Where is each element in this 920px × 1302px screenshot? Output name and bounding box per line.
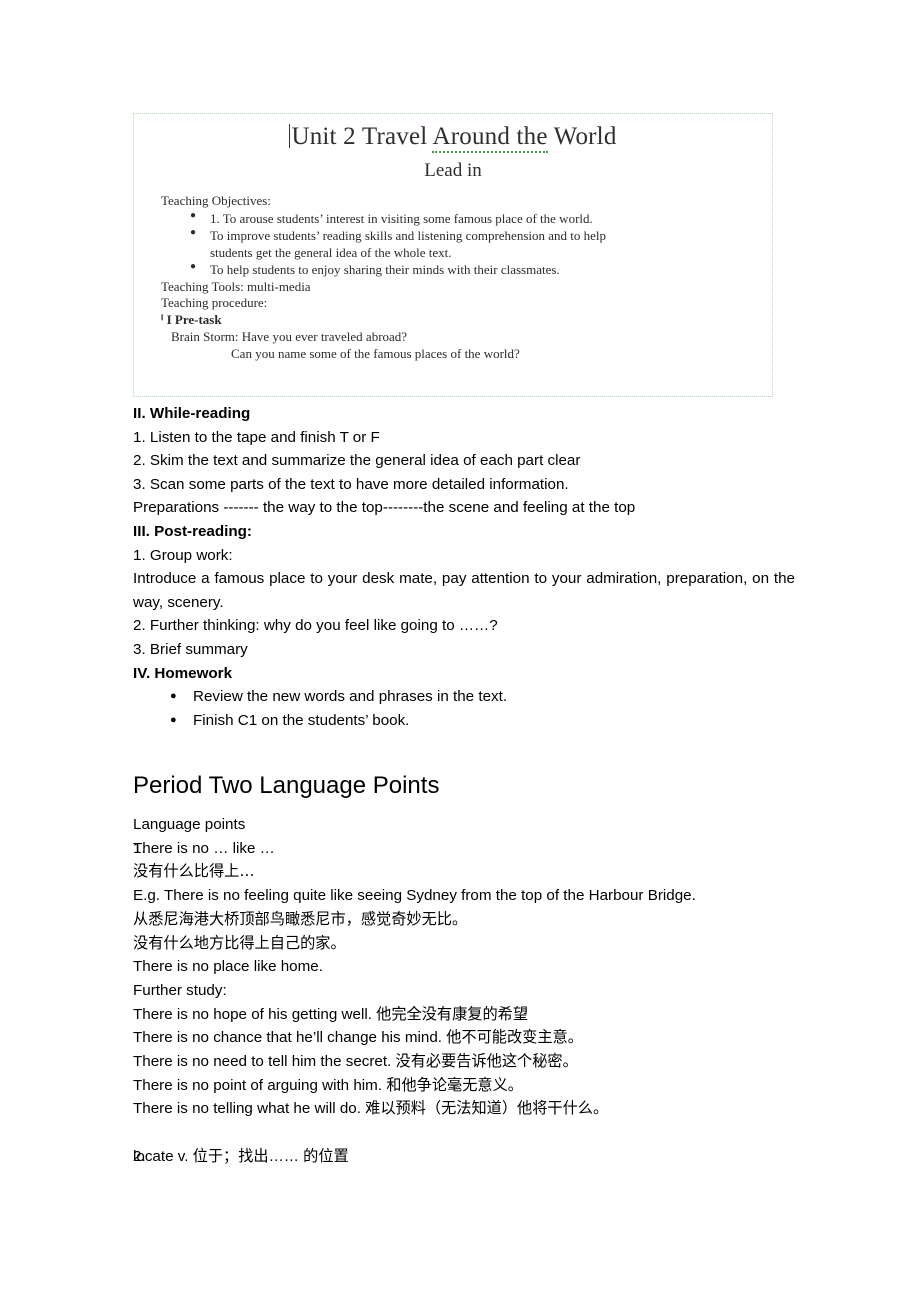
embedded-brain-storm-2: Can you name some of the famous places o… [231, 346, 520, 362]
while-reading-item-1: 1. Listen to the tape and finish T or F [133, 428, 380, 446]
further-study-label: Further study: [133, 981, 227, 999]
language-point-1-number: 1. [133, 839, 146, 857]
language-points-subheading: Language points [133, 816, 246, 833]
language-point-2-number: 2. [133, 1147, 146, 1165]
while-reading-subline: Preparations ------- the way to the top-… [133, 499, 636, 517]
lesson-plan-text: II. While-reading 1. Listen to the tape … [133, 402, 795, 732]
embedded-objective-text: 1. To arouse students’ interest in visit… [210, 210, 593, 226]
embedded-brain-storm-1: Brain Storm: Have you ever traveled abro… [171, 329, 408, 345]
homework-list: Review the new words and phrases in the … [133, 685, 795, 732]
document-page: Unit 2 Travel Around the World Lead in T… [0, 0, 920, 1302]
embedded-objectives-list: 1. To arouse students’ interest in visit… [161, 209, 772, 279]
example-translation-2: 没有什么地方比得上自己的家。 [133, 933, 346, 952]
further-study-item: There is no need to tell him the secret.… [133, 1053, 578, 1071]
embedded-subtitle: Lead in [424, 160, 482, 181]
example-sentence-2: There is no place like home. [133, 958, 323, 976]
embedded-title-spellcheck-part: Around the [432, 123, 548, 153]
post-reading-item-2: 2. Further thinking: why do you feel lik… [133, 617, 498, 635]
embedded-lesson-plan-image: Unit 2 Travel Around the World Lead in T… [133, 113, 773, 397]
embedded-teaching-tools: Teaching Tools: multi-media [161, 278, 311, 294]
embedded-objective-item: 1. To arouse students’ interest in visit… [190, 209, 772, 227]
while-reading-item-3: 3. Scan some parts of the text to have m… [133, 475, 569, 493]
language-point-1-text: There is no … like … [133, 839, 275, 857]
embedded-objective-item: To help students to enjoy sharing their … [190, 260, 772, 278]
further-study-item: There is no hope of his getting well. 他完… [133, 1005, 529, 1023]
heading-post-reading: III. Post-reading: [133, 522, 252, 540]
embedded-title-part-c: World [547, 123, 617, 150]
language-points-section: Language points 1. There is no … like … … [133, 813, 833, 1169]
period-two-heading: Period Two Language Points [133, 772, 440, 799]
heading-while-reading: II. While-reading [133, 405, 251, 422]
heading-homework: IV. Homework [133, 664, 233, 682]
homework-item: Review the new words and phrases in the … [170, 685, 795, 709]
embedded-objectives-label: Teaching Objectives: [161, 193, 271, 208]
language-point-1-translation: 没有什么比得上… [133, 862, 255, 881]
embedded-objective-continuation: students get the general idea of the who… [210, 245, 452, 261]
homework-item: Finish C1 on the students’ book. [170, 709, 795, 733]
further-study-item: There is no telling what he will do. 难以预… [133, 1100, 609, 1118]
language-point-2-text: locate v. 位于；找出…… 的位置 [133, 1147, 349, 1165]
embedded-objective-text: To improve students’ reading skills and … [210, 228, 606, 244]
embedded-teaching-procedure: Teaching procedure: [161, 295, 268, 311]
while-reading-item-2: 2. Skim the text and summarize the gener… [133, 452, 581, 470]
embedded-title-part-a: Unit 2 Travel [291, 123, 433, 150]
further-study-item: There is no point of arguing with him. 和… [133, 1076, 523, 1094]
example-translation-1: 从悉尼海港大桥顶部鸟瞰悉尼市，感觉奇妙无比。 [133, 909, 468, 928]
further-study-item: There is no chance that he’ll change his… [133, 1029, 583, 1047]
language-point-2: 2. locate v. 位于；找出…… 的位置 [133, 1145, 833, 1169]
embedded-body: Teaching Objectives: 1. To arouse studen… [134, 193, 772, 363]
example-sentence-line: E.g. There is no feeling quite like seei… [133, 887, 696, 905]
embedded-title: Unit 2 Travel Around the World [134, 123, 772, 153]
embedded-pretask-heading: ⁱ I Pre-task [161, 312, 222, 328]
embedded-objective-item: To improve students’ reading skills and … [190, 226, 772, 261]
language-point-1: 1. There is no … like … [133, 837, 833, 861]
embedded-objective-text: To help students to enjoy sharing their … [210, 262, 560, 278]
post-reading-item-1-body: Introduce a famous place to your desk ma… [133, 570, 795, 611]
post-reading-item-1: 1. Group work: [133, 546, 233, 564]
post-reading-item-3: 3. Brief summary [133, 640, 248, 658]
